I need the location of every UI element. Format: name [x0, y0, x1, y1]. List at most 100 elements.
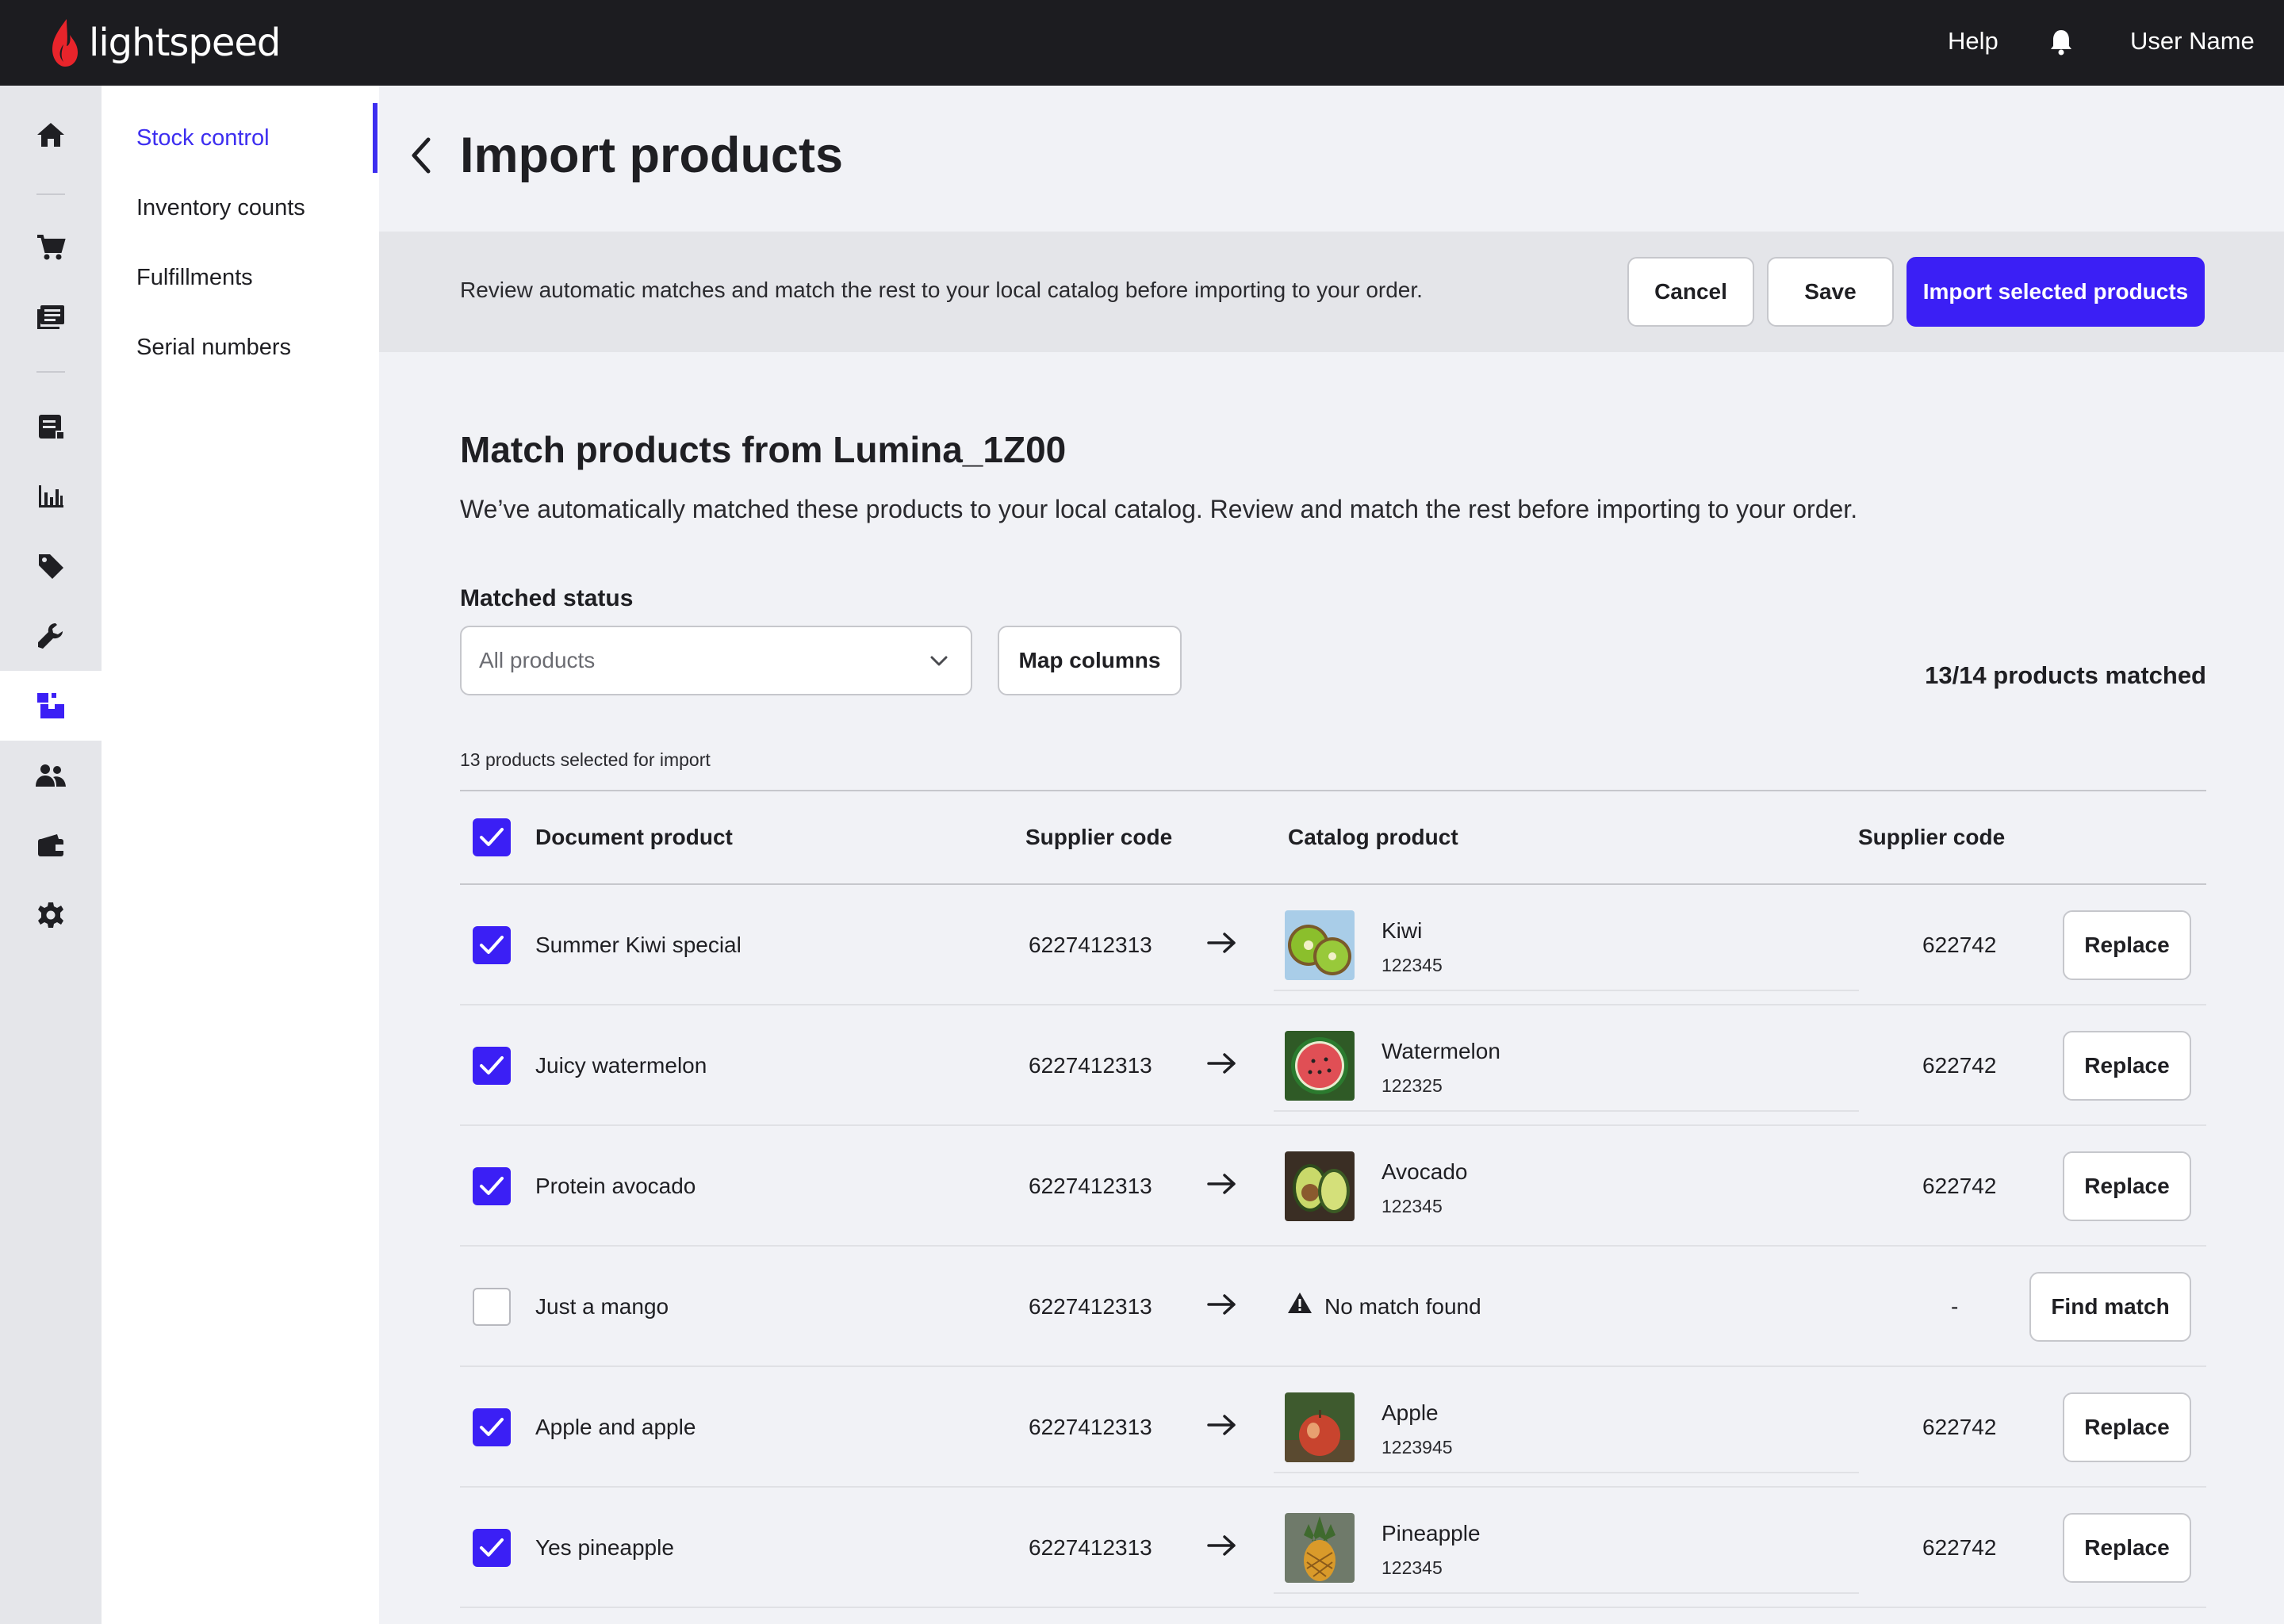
rail-settings[interactable]: [0, 880, 102, 950]
catalog-supplier-code: 622742: [1922, 933, 1997, 957]
supplier-code: 6227412313: [1029, 933, 1152, 957]
check-icon: [480, 1418, 504, 1436]
check-icon: [480, 1538, 504, 1557]
user-menu[interactable]: User Name: [2130, 27, 2255, 56]
catalog-product-code: 122345: [1382, 1557, 1443, 1578]
brand-name: lightspeed: [89, 21, 281, 65]
help-link[interactable]: Help: [1948, 27, 1998, 56]
subnav-fulfillments[interactable]: Fulfillments: [136, 265, 253, 291]
map-columns-button[interactable]: Map columns: [998, 626, 1182, 695]
row-checkbox[interactable]: [473, 1167, 511, 1205]
avocado-image: [1285, 1151, 1355, 1221]
watermelon-image: [1285, 1031, 1355, 1101]
catalog-product-name: Avocado: [1382, 1159, 1468, 1184]
supplier-code: 6227412313: [1029, 1294, 1152, 1319]
find-match-button[interactable]: Find match: [2029, 1272, 2191, 1342]
supplier-code: 6227412313: [1029, 1174, 1152, 1198]
subnav-stock-control[interactable]: Stock control: [136, 125, 270, 151]
table-row: Yes pineapple 6227412313 Pineapple 12234…: [460, 1488, 2206, 1608]
subnav-inventory-counts[interactable]: Inventory counts: [136, 195, 305, 221]
inventory-icon: [37, 693, 64, 718]
kiwi-image: [1285, 910, 1355, 980]
section-description: We’ve automatically matched these produc…: [460, 495, 1858, 523]
row-checkbox[interactable]: [473, 1529, 511, 1567]
pineapple-image: [1285, 1513, 1355, 1583]
top-bar: lightspeed Help User Name: [0, 0, 2284, 86]
row-checkbox[interactable]: [473, 1288, 511, 1326]
bell-icon[interactable]: [2049, 29, 2073, 59]
catalog-supplier-code: 622742: [1922, 1415, 1997, 1439]
cart-icon: [37, 235, 66, 260]
lightspeed-logo[interactable]: lightspeed: [49, 17, 281, 68]
replace-button[interactable]: Replace: [2063, 1513, 2191, 1583]
catalog-product-name: Kiwi: [1382, 918, 1423, 943]
replace-button[interactable]: Replace: [2063, 1392, 2191, 1462]
save-button[interactable]: Save: [1767, 257, 1894, 327]
row-checkbox[interactable]: [473, 926, 511, 964]
icon-rail: [0, 86, 102, 1624]
active-indicator: [373, 103, 377, 173]
header-catalog-product: Catalog product: [1288, 825, 1458, 849]
table-row: Summer Kiwi special 6227412313 Kiwi 1223…: [460, 885, 2206, 1005]
select-all-checkbox[interactable]: [473, 818, 511, 856]
rail-tools[interactable]: [0, 601, 102, 671]
replace-button[interactable]: Replace: [2063, 910, 2191, 980]
divider: [1274, 990, 1859, 991]
rail-invoices[interactable]: [0, 392, 102, 462]
catalog-product-name: Pineapple: [1382, 1521, 1481, 1545]
header-document-product: Document product: [535, 825, 733, 849]
rail-customers[interactable]: [0, 741, 102, 810]
table-row: Protein avocado 6227412313 Avocado 12234…: [460, 1126, 2206, 1247]
rail-sales[interactable]: [0, 213, 102, 282]
tag-icon: [39, 554, 63, 579]
table-row: Just a mango 6227412313 No match found -…: [460, 1247, 2206, 1367]
chevron-left-icon[interactable]: [409, 135, 433, 180]
document-product: Summer Kiwi special: [535, 933, 742, 957]
arrow-right-icon: [1207, 1172, 1237, 1201]
replace-button[interactable]: Replace: [2063, 1151, 2191, 1221]
catalog-product-code: 122325: [1382, 1075, 1443, 1096]
document-product: Juicy watermelon: [535, 1053, 707, 1078]
document-product: Apple and apple: [535, 1415, 696, 1439]
arrow-right-icon: [1207, 1534, 1237, 1563]
supplier-code: 6227412313: [1029, 1415, 1152, 1439]
page-title: Import products: [460, 128, 843, 183]
document-product: Just a mango: [535, 1294, 669, 1319]
divider: [1274, 1592, 1859, 1594]
cancel-button[interactable]: Cancel: [1627, 257, 1754, 327]
arrow-right-icon: [1207, 1413, 1237, 1442]
catalog-product-name: Watermelon: [1382, 1039, 1500, 1063]
rail-payments[interactable]: [0, 810, 102, 880]
rail-divider: [36, 371, 65, 373]
matched-status-select[interactable]: All products: [460, 626, 972, 695]
settings-icon: [38, 902, 63, 928]
catalog-product-code: 1223945: [1382, 1437, 1453, 1457]
rail-inventory[interactable]: [0, 671, 102, 741]
catalog-supplier-code: 622742: [1922, 1535, 1997, 1560]
divider: [1274, 1472, 1859, 1473]
rail-home[interactable]: [0, 100, 102, 170]
table-row: Juicy watermelon 6227412313 Watermelon 1…: [460, 1005, 2206, 1126]
replace-button[interactable]: Replace: [2063, 1031, 2191, 1101]
supplier-code: 6227412313: [1029, 1535, 1152, 1560]
check-icon: [480, 936, 504, 954]
secondary-nav: Stock control Inventory counts Fulfillme…: [102, 86, 379, 1624]
header-catalog-supplier-code: Supplier code: [1858, 825, 2006, 849]
catalog-supplier-code: -: [1951, 1294, 1959, 1319]
no-match-text: No match found: [1324, 1294, 1481, 1319]
rail-catalog[interactable]: [0, 282, 102, 352]
header-supplier-code: Supplier code: [1025, 825, 1173, 849]
rail-tags[interactable]: [0, 531, 102, 601]
row-checkbox[interactable]: [473, 1047, 511, 1085]
table-row: Apple and apple 6227412313 Apple 1223945…: [460, 1367, 2206, 1488]
subnav-serial-numbers[interactable]: Serial numbers: [136, 335, 291, 361]
invoice-icon: [39, 415, 63, 439]
check-icon: [480, 1056, 504, 1074]
document-product: Protein avocado: [535, 1174, 696, 1198]
wallet-icon: [38, 834, 63, 856]
rail-reports[interactable]: [0, 462, 102, 531]
import-selected-products-button[interactable]: Import selected products: [1907, 257, 2205, 327]
row-checkbox[interactable]: [473, 1408, 511, 1446]
catalog-product-name: Apple: [1382, 1400, 1439, 1425]
check-icon: [480, 828, 504, 846]
